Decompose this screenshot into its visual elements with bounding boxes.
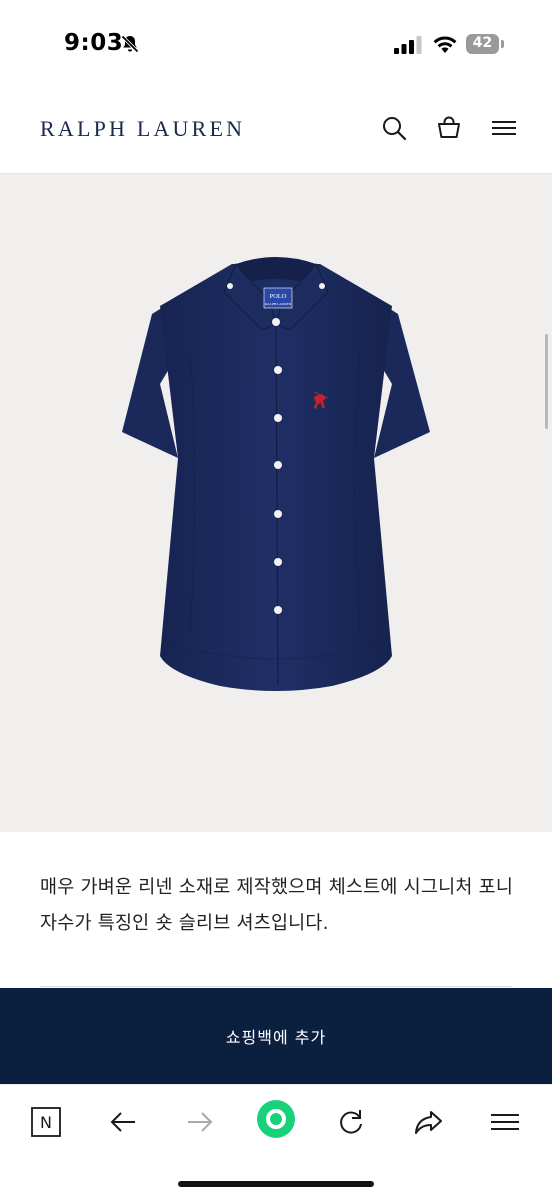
shirt-button [274,461,282,469]
shirt-button [274,414,282,422]
scroll-indicator[interactable] [545,334,548,429]
browser-toolbar: N [0,1084,552,1200]
shirt-button [272,318,280,326]
label-text-1: POLO [270,293,287,300]
shirt-illustration: POLO RALPH LAUREN [122,257,430,691]
battery-indicator: 42 [466,34,504,54]
reload-icon[interactable] [334,1105,368,1139]
add-to-bag-button[interactable]: 쇼핑백에 추가 [0,988,552,1084]
hamburger-menu-icon[interactable] [490,114,518,142]
wifi-icon [433,36,457,53]
brand-logo[interactable]: RALPH LAUREN [40,116,245,142]
battery-level: 42 [472,35,493,51]
shirt-button [274,510,282,518]
search-icon[interactable] [380,114,408,142]
cellular-signal-icon [394,36,422,54]
site-header: RALPH LAUREN [0,88,552,174]
status-bar: 9:03 42 [0,0,552,88]
home-indicator [178,1181,374,1187]
forward-arrow-icon[interactable] [183,1105,217,1139]
shirt-button [274,558,282,566]
label-text-2: RALPH LAUREN [265,302,292,306]
share-icon[interactable] [411,1105,445,1139]
divider [40,986,512,987]
bell-slash-icon [121,35,139,53]
tabs-menu-icon[interactable] [488,1105,522,1139]
product-description: 매우 가벼운 리넨 소재로 제작했으며 체스트에 시그니처 포니 자수가 특징인… [40,877,514,934]
back-arrow-icon[interactable] [106,1105,140,1139]
status-time: 9:03 [64,30,124,56]
n-icon[interactable]: N [29,1105,63,1139]
shirt-button [274,606,282,614]
shopping-bag-icon[interactable] [435,114,463,142]
shirt-button [274,366,282,374]
green-home-icon[interactable] [256,1099,296,1139]
product-image[interactable]: POLO RALPH LAUREN [0,174,552,832]
svg-text:N: N [40,1113,52,1132]
